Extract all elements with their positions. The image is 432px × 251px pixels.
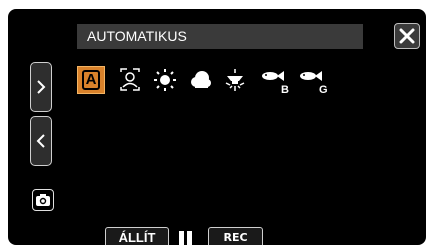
scene-underwater-green-button[interactable]: G [295,66,328,96]
pause-icon [179,231,192,245]
camera-lcd-screen: AUTOMATIKUS A B G ÁLLÍT REC [8,9,426,245]
page-title: AUTOMATIKUS [77,24,363,49]
close-button[interactable] [394,23,420,49]
auto-icon: A [82,70,100,90]
cloud-icon [191,71,211,88]
fish-green-icon: G [300,71,328,96]
previous-page-button[interactable] [30,116,52,166]
set-button[interactable]: ÁLLÍT [105,227,169,245]
rec-button[interactable]: REC [208,227,263,245]
blue-label: B [281,84,289,96]
chevron-left-icon [36,134,45,148]
scene-night-light-button[interactable] [221,66,249,94]
camera-icon [36,194,50,206]
fish-blue-icon: B [262,71,289,96]
lightbulb-icon [225,69,245,91]
scene-sunny-button[interactable] [151,66,179,94]
portrait-icon [120,68,140,91]
camera-mode-button[interactable] [32,189,54,211]
next-page-button[interactable] [30,62,52,112]
green-label: G [319,84,328,96]
close-icon [399,28,415,44]
chevron-right-icon [37,80,46,94]
scene-auto-button[interactable]: A [77,66,105,94]
sun-icon [154,69,176,91]
scene-cloudy-button[interactable] [186,66,214,94]
scene-underwater-blue-button[interactable]: B [257,66,289,96]
scene-portrait-button[interactable] [116,66,144,94]
